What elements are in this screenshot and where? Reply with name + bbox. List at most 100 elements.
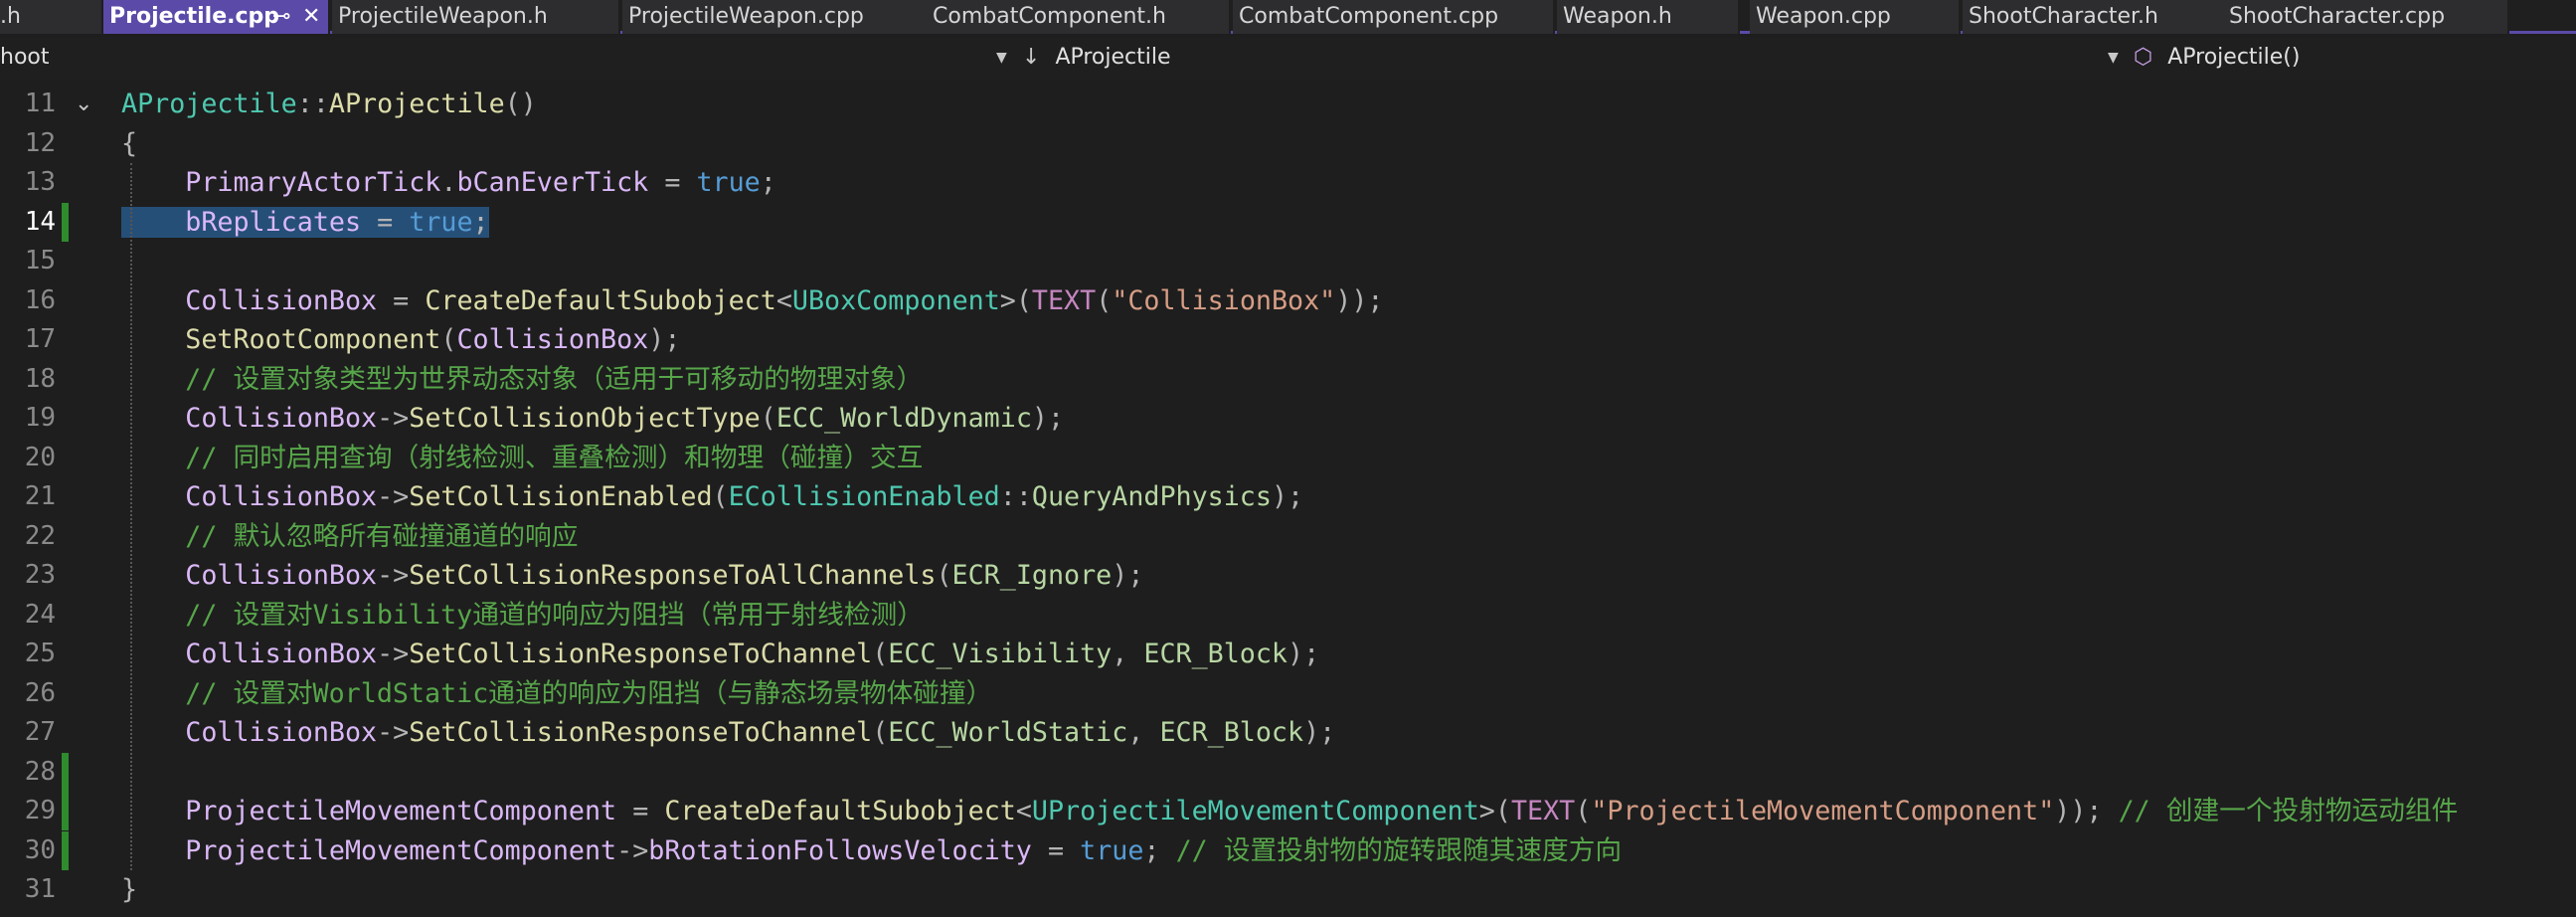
line-number: 14	[24, 206, 56, 237]
change-indicator	[62, 752, 69, 792]
code-line[interactable]: 16 CollisionBox = CreateDefaultSubobject…	[0, 281, 2576, 320]
code-line[interactable]: 21 CollisionBox->SetCollisionEnabled(ECo…	[0, 477, 2576, 516]
code-text: // 设置对Visibility通道的响应为阻挡（常用于射线检测）	[185, 599, 924, 631]
code-text: AProjectile::AProjectile()	[121, 89, 537, 119]
type-scope-dropdown[interactable]: ↓ AProjectile ▼	[1022, 37, 2119, 79]
tab-label: .h	[0, 4, 21, 29]
line-number: 29	[24, 796, 56, 825]
tab-combatcomponent-cpp[interactable]: CombatComponent.cpp	[1233, 0, 1555, 34]
code-line[interactable]: 24 // 设置对Visibility通道的响应为阻挡（常用于射线检测）	[0, 596, 2576, 635]
tab-label: CombatComponent.h	[933, 4, 1166, 29]
code-editor[interactable]: 11 ⌄ AProjectile::AProjectile()12 {13 Prima…	[0, 79, 2576, 917]
project-label: hoot	[0, 45, 50, 70]
tab-projectileweapon-cpp[interactable]: ProjectileWeapon.cpp	[622, 0, 931, 34]
line-number: 13	[24, 167, 56, 197]
code-text: CollisionBox = CreateDefaultSubobject<UB…	[185, 284, 1384, 316]
code-line[interactable]: 13 PrimaryActorTick.bCanEverTick = true;	[0, 163, 2576, 202]
fold-toggle-icon[interactable]: ⌄	[75, 85, 92, 123]
code-line[interactable]: 20 // 同时启用查询（射线检测、重叠检测）和物理（碰撞）交互	[0, 439, 2576, 477]
line-number: 26	[24, 677, 56, 708]
line-number: 21	[24, 481, 56, 511]
pin-icon[interactable]: ⊸	[272, 0, 290, 34]
line-number: 12	[24, 127, 56, 158]
close-icon[interactable]: ✕	[302, 0, 320, 34]
tab-weapon-h[interactable]: Weapon.h	[1557, 0, 1740, 34]
editor-tab-bar: .h Projectile.cpp ⊸ ✕ ProjectileWeapon.h…	[0, 0, 2576, 34]
code-text: PrimaryActorTick.bCanEverTick = true;	[185, 167, 776, 198]
line-number: 27	[24, 717, 56, 747]
code-text: CollisionBox->SetCollisionResponseToAllC…	[185, 560, 1144, 591]
line-number: 19	[24, 403, 56, 433]
line-number: 24	[24, 599, 56, 630]
change-indicator	[62, 792, 69, 830]
code-text: CollisionBox->SetCollisionResponseToChan…	[185, 639, 1320, 669]
line-number: 23	[24, 560, 56, 590]
code-text: // 同时启用查询（射线检测、重叠检测）和物理（碰撞）交互	[185, 442, 924, 473]
code-line[interactable]: 30 ProjectileMovementComponent->bRotatio…	[0, 830, 2576, 870]
member-scope-label: AProjectile()	[2167, 45, 2301, 70]
chevron-down-icon: ▼	[996, 50, 1007, 66]
tab-projectile-cpp[interactable]: Projectile.cpp ⊸ ✕	[103, 0, 330, 34]
code-text: ProjectileMovementComponent = CreateDefa…	[185, 796, 2459, 826]
tab-label: ProjectileWeapon.h	[338, 4, 548, 29]
tab-shootcharacter-cpp[interactable]: ShootCharacter.cpp	[2223, 0, 2509, 34]
member-scope-dropdown[interactable]: ⬡ AProjectile()	[2134, 37, 2571, 79]
line-number: 18	[24, 363, 56, 394]
code-text: CollisionBox->SetCollisionResponseToChan…	[185, 717, 1336, 748]
line-number: 15	[24, 246, 56, 275]
type-scope-label: AProjectile	[1055, 45, 1171, 70]
line-number: 16	[24, 284, 56, 315]
line-number: 22	[24, 520, 56, 551]
code-text: bReplicates = true;	[121, 203, 489, 242]
code-line[interactable]: 29 ProjectileMovementComponent = CreateD…	[0, 792, 2576, 830]
tab-label: CombatComponent.cpp	[1239, 4, 1499, 29]
code-line[interactable]: 23 CollisionBox->SetCollisionResponseToA…	[0, 556, 2576, 595]
tab-label: Weapon.cpp	[1756, 4, 1891, 29]
code-line[interactable]: 26 // 设置对WorldStatic通道的响应为阻挡（与静态场景物体碰撞）	[0, 674, 2576, 713]
code-text: }	[121, 874, 138, 905]
code-line[interactable]: 31}	[0, 870, 2576, 909]
line-number: 25	[24, 639, 56, 668]
code-text: {	[121, 127, 138, 159]
code-line[interactable]: 15	[0, 242, 2576, 280]
code-line[interactable]: 22 // 默认忽略所有碰撞通道的响应	[0, 517, 2576, 556]
line-number: 28	[24, 756, 56, 787]
code-line[interactable]: 12 {	[0, 124, 2576, 163]
tab-label: Projectile.cpp	[109, 4, 280, 29]
navigation-bar: hoot ▼ ↓ AProjectile ▼ ⬡ AProjectile()	[0, 37, 2576, 80]
code-line[interactable]: 25 CollisionBox->SetCollisionResponseToC…	[0, 635, 2576, 673]
line-number: 11	[24, 89, 56, 118]
project-dropdown[interactable]: hoot ▼	[0, 37, 1012, 79]
tab-combatcomponent-h[interactable]: CombatComponent.h	[927, 0, 1231, 34]
tab-h[interactable]: .h	[0, 0, 103, 34]
indent-guide	[130, 163, 132, 870]
line-number: 31	[24, 874, 56, 904]
line-number: 17	[24, 324, 56, 354]
code-line[interactable]: 14 bReplicates = true;	[0, 202, 2576, 242]
code-text: CollisionBox->SetCollisionEnabled(EColli…	[185, 481, 1304, 512]
tab-label: ShootCharacter.h	[1969, 4, 2158, 29]
code-line[interactable]: 27 CollisionBox->SetCollisionResponseToC…	[0, 713, 2576, 752]
code-text: ProjectileMovementComponent->bRotationFo…	[185, 834, 1623, 866]
code-line[interactable]: 17 SetRootComponent(CollisionBox);	[0, 320, 2576, 359]
tab-weapon-cpp[interactable]: Weapon.cpp	[1750, 0, 1961, 34]
code-text: SetRootComponent(CollisionBox);	[185, 324, 681, 355]
code-text: // 默认忽略所有碰撞通道的响应	[185, 520, 579, 552]
type-scope-icon: ↓	[1022, 45, 1041, 70]
tab-label: ProjectileWeapon.cpp	[628, 4, 864, 29]
line-number: 30	[24, 834, 56, 865]
code-line[interactable]: 11 ⌄ AProjectile::AProjectile()	[0, 85, 2576, 123]
chevron-down-icon: ▼	[2108, 50, 2119, 66]
code-line[interactable]: 28	[0, 752, 2576, 792]
code-line[interactable]: 19 CollisionBox->SetCollisionObjectType(…	[0, 399, 2576, 438]
method-icon: ⬡	[2134, 45, 2153, 70]
change-indicator	[62, 202, 69, 242]
code-text: CollisionBox->SetCollisionObjectType(ECC…	[185, 403, 1065, 434]
line-number: 20	[24, 442, 56, 472]
tab-projectileweapon-h[interactable]: ProjectileWeapon.h	[332, 0, 620, 34]
tab-shootcharacter-h[interactable]: ShootCharacter.h	[1963, 0, 2225, 34]
change-indicator	[62, 830, 69, 870]
code-text: // 设置对象类型为世界动态对象（适用于可移动的物理对象）	[185, 363, 924, 395]
code-line[interactable]: 18 // 设置对象类型为世界动态对象（适用于可移动的物理对象）	[0, 360, 2576, 399]
tab-label: ShootCharacter.cpp	[2229, 4, 2446, 29]
